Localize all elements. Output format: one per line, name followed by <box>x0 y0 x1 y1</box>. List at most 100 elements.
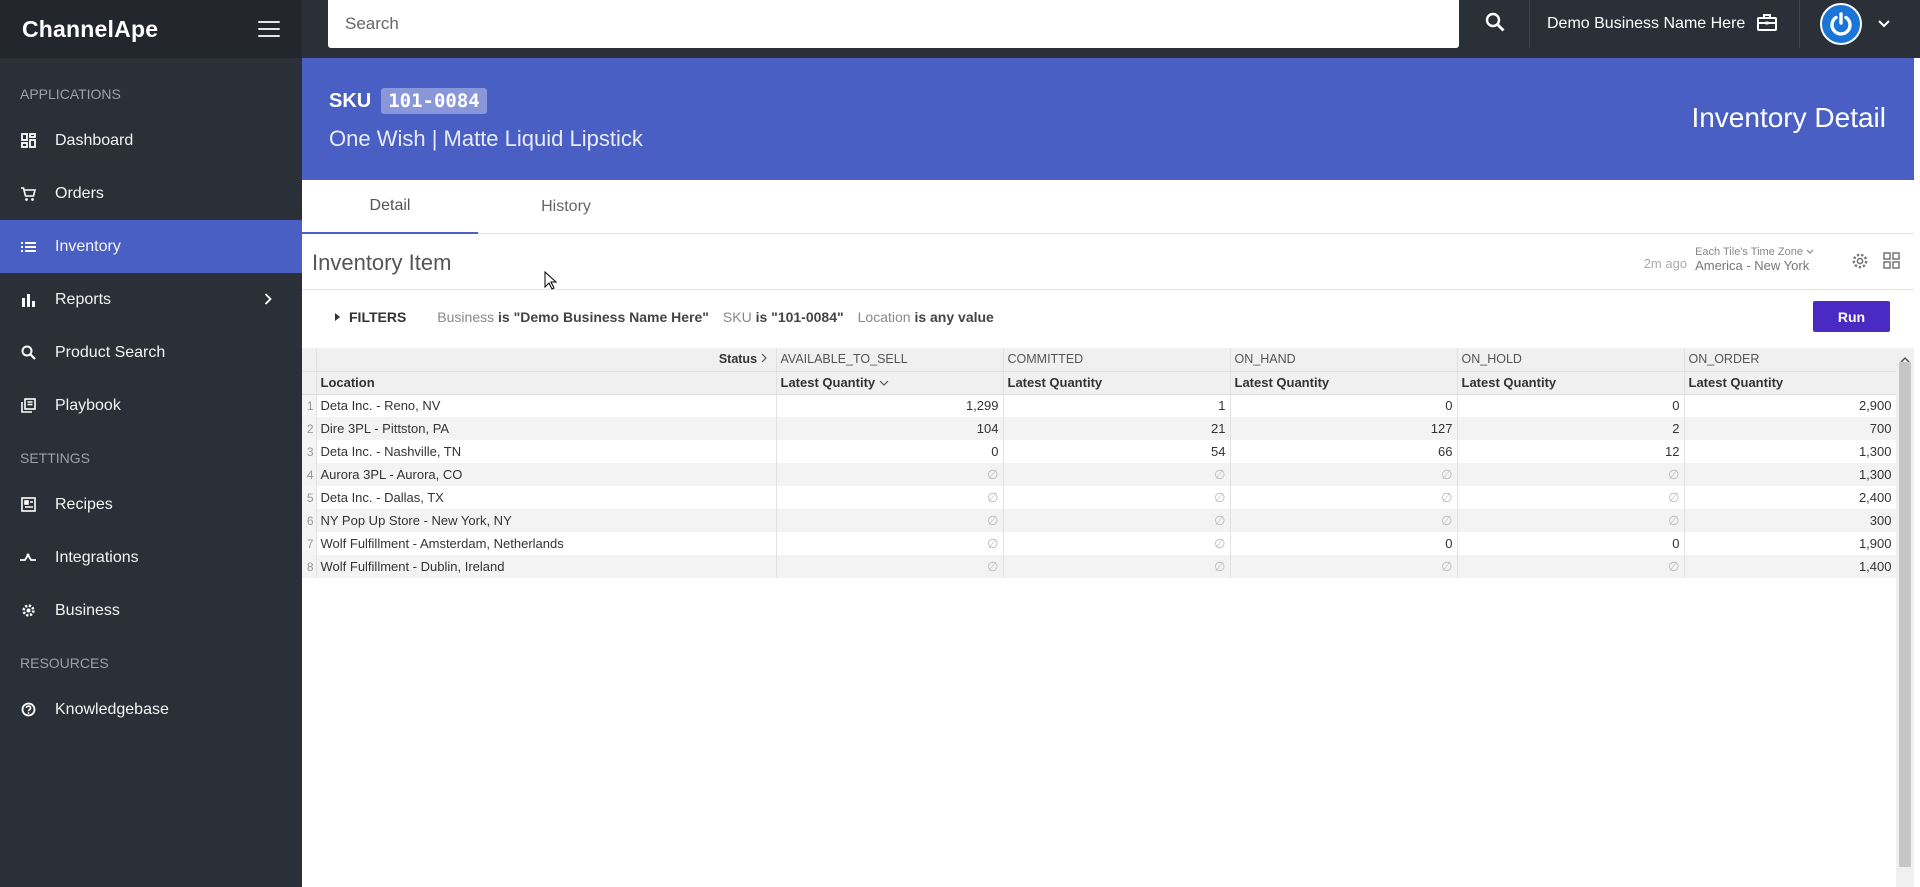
location-cell[interactable]: Deta Inc. - Dallas, TX <box>316 486 777 509</box>
location-cell[interactable]: Wolf Fulfillment - Dublin, Ireland <box>316 555 777 578</box>
location-cell[interactable]: Dire 3PL - Pittston, PA <box>316 417 777 440</box>
sidebar-item-playbook[interactable]: Playbook <box>0 379 302 432</box>
null-value-cell[interactable]: ∅ <box>1230 486 1458 509</box>
search-button[interactable] <box>1459 0 1531 48</box>
quantity-cell[interactable]: 1 <box>1003 394 1231 417</box>
location-cell[interactable]: Aurora 3PL - Aurora, CO <box>316 463 777 486</box>
null-value-cell[interactable]: ∅ <box>1457 463 1685 486</box>
quantity-cell[interactable]: 0 <box>1457 394 1685 417</box>
table-body: 1 Deta Inc. - Reno, NV 1,299 1 0 0 2,900 2 Dire … <box>302 394 1897 578</box>
quantity-cell[interactable]: 21 <box>1003 417 1231 440</box>
null-value-cell[interactable]: ∅ <box>776 486 1004 509</box>
null-value-cell[interactable]: ∅ <box>1003 509 1231 532</box>
sidebar-item-recipes[interactable]: Recipes <box>0 478 302 531</box>
sidebar-item-integrations[interactable]: Integrations <box>0 531 302 584</box>
timezone-select[interactable]: Each Tile's Time Zone America - New York <box>1695 246 1814 273</box>
sidebar-item-reports[interactable]: Reports <box>0 273 302 326</box>
quantity-cell[interactable]: 2,400 <box>1684 486 1897 509</box>
quantity-cell[interactable]: 1,900 <box>1684 532 1897 555</box>
table-row[interactable]: 7 Wolf Fulfillment - Amsterdam, Netherlan… <box>302 532 1897 555</box>
null-value-cell[interactable]: ∅ <box>776 555 1004 578</box>
quantity-cell[interactable]: 104 <box>776 417 1004 440</box>
brand-logo[interactable]: ChannelApe <box>22 16 158 43</box>
sidebar-item-business[interactable]: Business <box>0 584 302 637</box>
pivot-header[interactable]: ON_HAND <box>1230 348 1458 372</box>
quantity-cell[interactable]: 12 <box>1457 440 1685 463</box>
location-cell[interactable]: Deta Inc. - Nashville, TN <box>316 440 777 463</box>
status-pivot-header[interactable]: Status <box>316 348 777 372</box>
table-row[interactable]: 5 Deta Inc. - Dallas, TX ∅ ∅ ∅ ∅ 2,400 <box>302 486 1897 509</box>
null-value-cell[interactable]: ∅ <box>1230 555 1458 578</box>
search-input[interactable] <box>345 14 1459 34</box>
menu-icon[interactable] <box>258 21 280 37</box>
pivot-header[interactable]: AVAILABLE_TO_SELL <box>776 348 1004 372</box>
quantity-cell[interactable]: 54 <box>1003 440 1231 463</box>
quantity-cell[interactable]: 1,299 <box>776 394 1004 417</box>
null-value-cell[interactable]: ∅ <box>1003 532 1231 555</box>
sidebar-item-product-search[interactable]: Product Search <box>0 326 302 379</box>
quantity-cell[interactable]: 0 <box>1457 532 1685 555</box>
null-value-cell[interactable]: ∅ <box>1230 509 1458 532</box>
quantity-cell[interactable]: 1,300 <box>1684 440 1897 463</box>
grid-icon[interactable] <box>1883 252 1900 275</box>
filter-condition: is any value <box>914 309 994 325</box>
pivot-header[interactable]: ON_ORDER <box>1684 348 1897 372</box>
sidebar-item-dashboard[interactable]: Dashboard <box>0 114 302 167</box>
quantity-cell[interactable]: 0 <box>776 440 1004 463</box>
quantity-cell[interactable]: 127 <box>1230 417 1458 440</box>
quantity-cell[interactable]: 2 <box>1457 417 1685 440</box>
measure-column-header[interactable]: Latest Quantity <box>1003 371 1231 395</box>
user-menu[interactable] <box>1799 0 1920 48</box>
table-row[interactable]: 1 Deta Inc. - Reno, NV 1,299 1 0 0 2,900 <box>302 394 1897 417</box>
location-column-header[interactable]: Location <box>316 371 777 395</box>
filter-sku[interactable]: SKU is "101-0084" <box>723 309 844 325</box>
pivot-header[interactable]: ON_HOLD <box>1457 348 1685 372</box>
null-value-cell[interactable]: ∅ <box>776 463 1004 486</box>
filter-location[interactable]: Location is any value <box>858 309 994 325</box>
sidebar-item-knowledgebase[interactable]: Knowledgebase <box>0 683 302 736</box>
sidebar-item-inventory[interactable]: Inventory <box>0 220 302 273</box>
tab-detail[interactable]: Detail <box>302 180 478 234</box>
business-switcher[interactable]: Demo Business Name Here <box>1529 0 1799 48</box>
location-cell[interactable]: NY Pop Up Store - New York, NY <box>316 509 777 532</box>
null-value-cell[interactable]: ∅ <box>1230 463 1458 486</box>
quantity-cell[interactable]: 0 <box>1230 532 1458 555</box>
chevron-down-icon <box>1806 246 1814 258</box>
quantity-cell[interactable]: 1,400 <box>1684 555 1897 578</box>
quantity-cell[interactable]: 700 <box>1684 417 1897 440</box>
filters-toggle[interactable]: FILTERS <box>335 309 406 325</box>
quantity-cell[interactable]: 300 <box>1684 509 1897 532</box>
quantity-cell[interactable]: 2,900 <box>1684 394 1897 417</box>
quantity-cell[interactable]: 1,300 <box>1684 463 1897 486</box>
pivot-header[interactable]: COMMITTED <box>1003 348 1231 372</box>
vertical-scrollbar[interactable] <box>1896 348 1914 887</box>
table-row[interactable]: 2 Dire 3PL - Pittston, PA 104 21 127 2 700 <box>302 417 1897 440</box>
table-row[interactable]: 6 NY Pop Up Store - New York, NY ∅ ∅ ∅ ∅ 300 <box>302 509 1897 532</box>
table-row[interactable]: 8 Wolf Fulfillment - Dublin, Ireland ∅ ∅ ∅ ∅ 1… <box>302 555 1897 578</box>
measure-column-header[interactable]: Latest Quantity <box>776 371 1004 395</box>
location-cell[interactable]: Wolf Fulfillment - Amsterdam, Netherland… <box>316 532 777 555</box>
measure-column-header[interactable]: Latest Quantity <box>1457 371 1685 395</box>
null-value-cell[interactable]: ∅ <box>776 532 1004 555</box>
null-value-cell[interactable]: ∅ <box>1003 486 1231 509</box>
gear-icon[interactable] <box>1851 252 1869 275</box>
null-value-cell[interactable]: ∅ <box>776 509 1004 532</box>
run-button[interactable]: Run <box>1813 301 1890 332</box>
null-value-cell[interactable]: ∅ <box>1003 555 1231 578</box>
tab-history[interactable]: History <box>478 180 654 234</box>
measure-column-header[interactable]: Latest Quantity <box>1684 371 1897 395</box>
quantity-cell[interactable]: 66 <box>1230 440 1458 463</box>
scrollbar-thumb[interactable] <box>1899 362 1911 867</box>
table-row[interactable]: 3 Deta Inc. - Nashville, TN 0 54 66 12 1,300 <box>302 440 1897 463</box>
location-cell[interactable]: Deta Inc. - Reno, NV <box>316 394 777 417</box>
null-value-cell[interactable]: ∅ <box>1457 555 1685 578</box>
quantity-cell[interactable]: 0 <box>1230 394 1458 417</box>
null-value-cell[interactable]: ∅ <box>1457 486 1685 509</box>
table-row[interactable]: 4 Aurora 3PL - Aurora, CO ∅ ∅ ∅ ∅ 1,300 <box>302 463 1897 486</box>
null-value-cell[interactable]: ∅ <box>1457 509 1685 532</box>
measure-column-header[interactable]: Latest Quantity <box>1230 371 1458 395</box>
sidebar-item-orders[interactable]: Orders <box>0 167 302 220</box>
null-value-cell[interactable]: ∅ <box>1003 463 1231 486</box>
page-title: Inventory Detail <box>1691 102 1886 133</box>
filter-business[interactable]: Business is "Demo Business Name Here" <box>437 309 709 325</box>
